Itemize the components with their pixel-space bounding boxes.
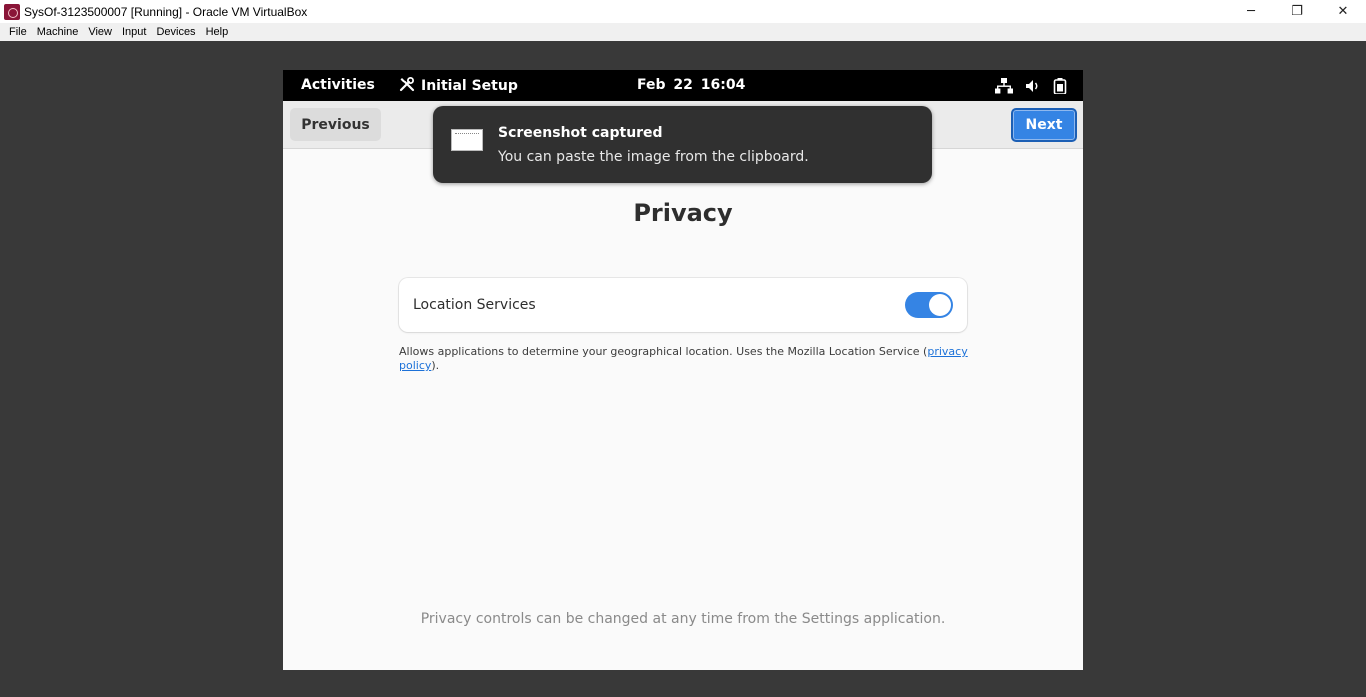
location-services-switch[interactable] — [905, 292, 953, 318]
notification-body: You can paste the image from the clipboa… — [498, 149, 809, 165]
menu-help[interactable]: Help — [201, 26, 234, 38]
footer-note: Privacy controls can be changed at any t… — [420, 611, 946, 627]
clock[interactable]: Feb 22 16:04 — [637, 70, 745, 101]
window-title-bar: SysOf-3123500007 [Running] - Oracle VM V… — [0, 0, 1366, 23]
minimize-button[interactable]: ─ — [1228, 0, 1274, 23]
vm-menu-bar: File Machine View Input Devices Help — [0, 23, 1366, 41]
notification-title: Screenshot captured — [498, 125, 663, 141]
battery-icon — [1053, 77, 1067, 94]
menu-view[interactable]: View — [83, 26, 117, 38]
location-description: Allows applications to determine your ge… — [399, 345, 969, 373]
close-button[interactable]: ✕ — [1320, 0, 1366, 23]
menu-file[interactable]: File — [4, 26, 32, 38]
network-icon — [995, 77, 1013, 94]
restore-button[interactable]: ❐ — [1274, 0, 1320, 23]
menu-input[interactable]: Input — [117, 26, 151, 38]
virtualbox-app-icon — [4, 3, 20, 20]
next-button[interactable]: Next — [1011, 108, 1077, 142]
previous-button[interactable]: Previous — [290, 108, 381, 141]
activities-button[interactable]: Activities — [301, 70, 375, 101]
description-text: Allows applications to determine your ge… — [399, 345, 928, 358]
app-menu[interactable]: Initial Setup — [399, 70, 518, 101]
notification-banner[interactable]: Screenshot captured You can paste the im… — [433, 106, 932, 183]
gnome-top-bar: Activities Initial Setup Feb 22 16:04 — [283, 70, 1083, 101]
description-end: ). — [431, 359, 440, 372]
app-menu-label: Initial Setup — [421, 77, 518, 94]
tools-icon — [399, 76, 415, 96]
window-title: SysOf-3123500007 [Running] - Oracle VM V… — [24, 4, 308, 19]
volume-icon — [1025, 78, 1041, 94]
system-tray[interactable] — [995, 70, 1067, 101]
location-services-label: Location Services — [413, 297, 536, 313]
page-title: Privacy — [633, 199, 733, 227]
screenshot-thumbnail-icon — [451, 129, 483, 151]
switch-knob — [929, 294, 951, 316]
window-controls: ─ ❐ ✕ — [1228, 0, 1366, 23]
guest-screen: Activities Initial Setup Feb 22 16:04 Pr… — [283, 70, 1083, 670]
location-services-row: Location Services — [399, 278, 967, 332]
menu-devices[interactable]: Devices — [151, 26, 200, 38]
menu-machine[interactable]: Machine — [32, 26, 84, 38]
